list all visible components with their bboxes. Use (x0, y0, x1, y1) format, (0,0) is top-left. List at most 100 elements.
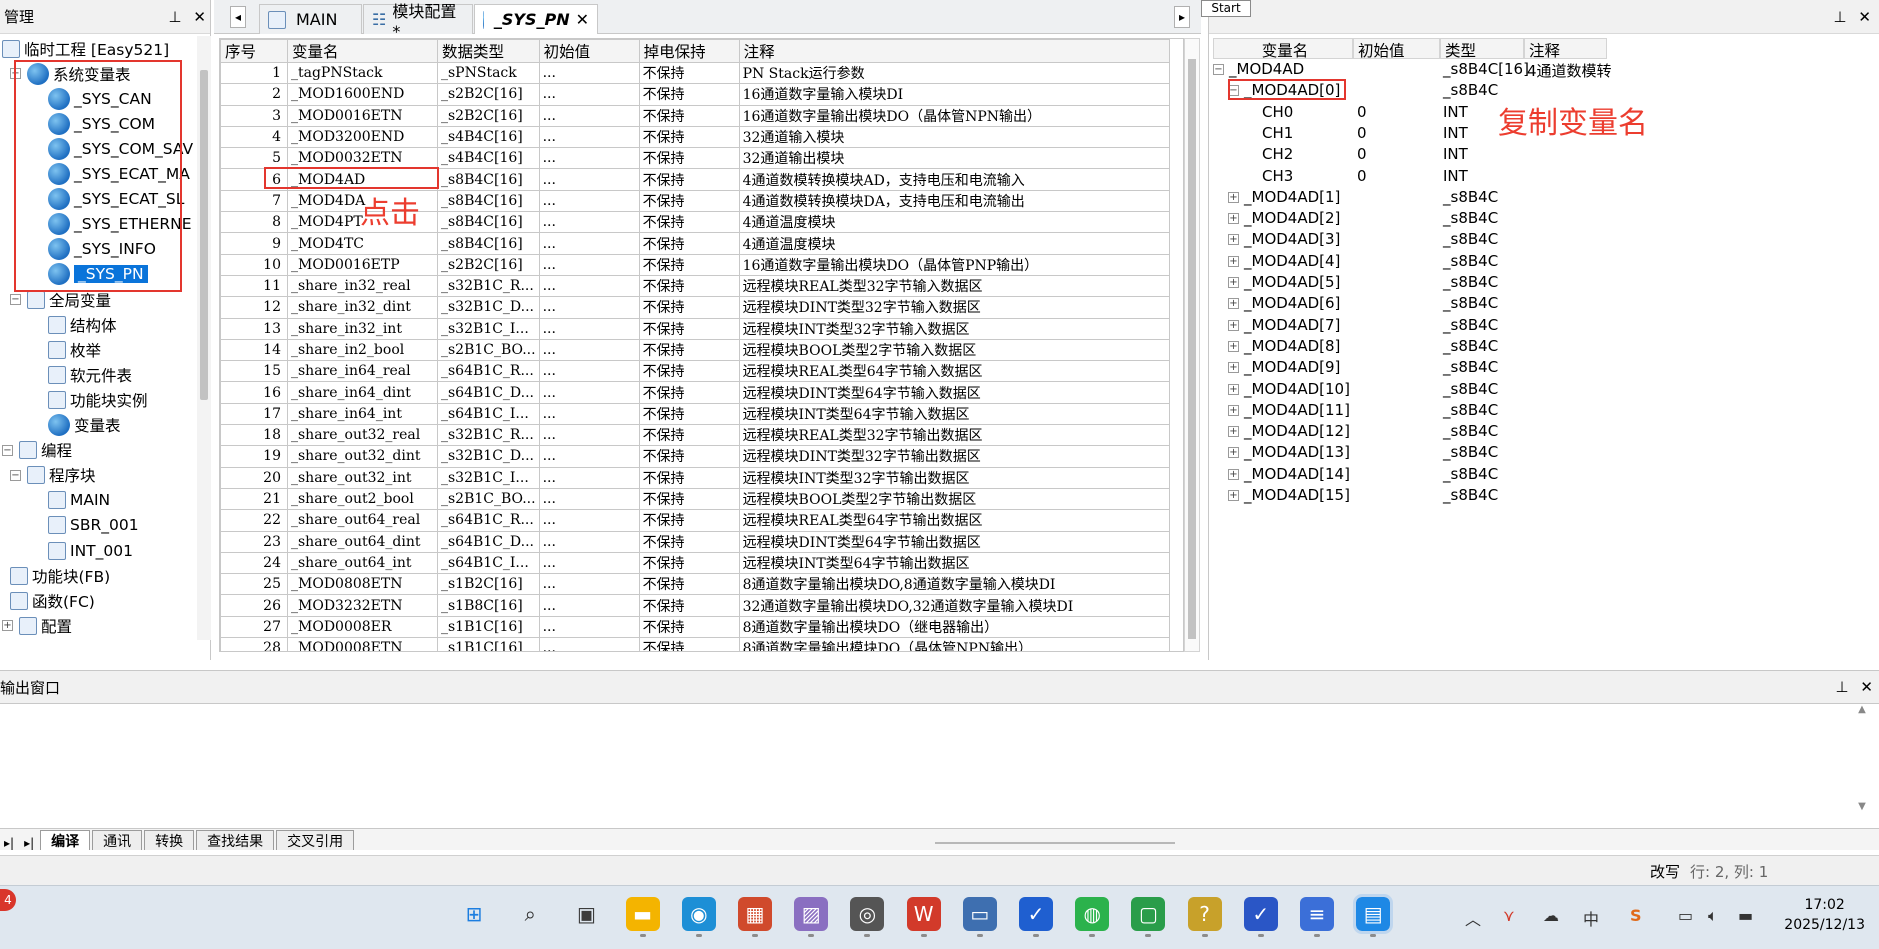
cell-init-value[interactable]: ... (538, 125, 640, 149)
close-icon[interactable]: ✕ (1860, 678, 1873, 696)
table-row[interactable]: 11 _share_in32_real _s32B1C_R...... 不保持 远程模块… (220, 274, 1170, 298)
cell-index[interactable]: 17 (220, 402, 288, 426)
cell-var-name[interactable]: _share_out32_dint (287, 445, 438, 468)
cell-data-type[interactable]: _s2B1C_BO... (437, 338, 540, 362)
cell-comment[interactable]: 8通道数字量输出模块DO（晶体管NPN输出） (738, 637, 1170, 651)
cell-data-type[interactable]: _s1B1C[16] (437, 615, 540, 639)
cell-init-value[interactable]: ... (538, 189, 640, 213)
cell-comment[interactable]: 远程模块DINT类型64字节输入数据区 (738, 381, 1170, 404)
cell-data-type[interactable]: _sPNStack (437, 61, 540, 85)
cell-data-type[interactable]: _s2B2C[16] (437, 104, 540, 127)
table-row[interactable]: 23 _share_out64_dint _s64B1C_D...... 不保持 远程模… (220, 530, 1170, 553)
cell-init-value[interactable]: ... (538, 61, 640, 85)
col-header-index[interactable]: 序号 (220, 39, 288, 63)
cell-comment[interactable]: 远程模块DINT类型64字节输出数据区 (738, 530, 1170, 553)
cell-comment[interactable]: 远程模块BOOL类型2字节输入数据区 (738, 338, 1170, 362)
table-row[interactable]: 22 _share_out64_real _s64B1C_R...... 不保持 远程模… (220, 509, 1170, 532)
cell-retain[interactable]: 不保持 (638, 253, 740, 276)
table-row[interactable]: 15 _share_in64_real _s64B1C_R...... 不保持 远程模块… (220, 360, 1170, 383)
cell-data-type[interactable]: _s2B2C[16] (437, 253, 540, 276)
tray-ime-icon[interactable]: 中 (1583, 906, 1599, 930)
taskbar-clock[interactable]: 17:02 2025/12/13 (1784, 895, 1865, 935)
cell-retain[interactable]: 不保持 (638, 551, 740, 575)
cell-var-name[interactable]: _share_out64_real (287, 509, 438, 532)
cell-retain[interactable]: 不保持 (638, 360, 740, 383)
table-row[interactable]: 16 _share_in64_dint _s64B1C_D...... 不保持 远程模块… (220, 381, 1170, 404)
cell-index[interactable]: 26 (220, 594, 288, 617)
cell-index[interactable]: 25 (220, 573, 288, 596)
cell-comment[interactable]: 远程模块REAL类型32字节输入数据区 (738, 274, 1170, 298)
cell-index[interactable]: 19 (220, 445, 288, 468)
expand-icon[interactable]: + (1228, 340, 1239, 352)
cell-init-value[interactable]: ... (538, 296, 640, 319)
cell-comment[interactable]: PN Stack运行参数 (738, 61, 1170, 85)
tree-fb[interactable]: 功能块(FB) (10, 563, 110, 588)
cell-index[interactable]: 10 (220, 253, 288, 276)
cell-var-name[interactable]: _share_in2_bool (287, 338, 438, 362)
tree-sbr-001[interactable]: SBR_001 (48, 513, 139, 538)
expand-icon[interactable]: + (1228, 234, 1239, 246)
tray-wps-icon[interactable]: ⋎ (1503, 906, 1515, 925)
pin-icon[interactable]: ⊥ (1835, 678, 1848, 696)
cell-retain[interactable]: 不保持 (638, 487, 740, 511)
expand-icon[interactable]: + (1228, 447, 1239, 459)
cell-retain[interactable]: 不保持 (638, 232, 740, 255)
plc-app-icon[interactable]: ✓ (1019, 897, 1053, 931)
cell-init-value[interactable]: ... (538, 104, 640, 127)
cell-var-name[interactable]: _share_in64_int (287, 402, 438, 426)
cell-comment[interactable]: 远程模块DINT类型32字节输入数据区 (738, 296, 1170, 319)
table-row[interactable]: 27 _MOD0008ER _s1B1C[16]... 不保持 8通道数字量输出模块DO… (220, 615, 1170, 639)
cell-var-name[interactable]: _share_out64_dint (287, 530, 438, 553)
store-icon[interactable]: ▦ (738, 897, 772, 931)
col-header-comment[interactable]: 注释 (738, 39, 1170, 63)
cell-index[interactable]: 23 (220, 530, 288, 553)
cell-init-value[interactable]: ... (538, 147, 640, 170)
cell-var-name[interactable]: _share_in64_dint (287, 381, 438, 404)
cell-init-value[interactable]: ... (538, 615, 640, 639)
cell-var-name[interactable]: _MOD3200END (287, 125, 438, 149)
cell-retain[interactable]: 不保持 (638, 296, 740, 319)
cell-retain[interactable]: 不保持 (638, 125, 740, 149)
wps-icon[interactable]: W (906, 897, 941, 931)
tab-main[interactable]: MAIN (259, 4, 362, 34)
cell-init-value[interactable]: ... (538, 211, 640, 234)
windows-start-icon[interactable]: ⊞ (457, 897, 491, 931)
chat-icon[interactable]: ▢ (1131, 897, 1166, 931)
cell-var-name[interactable]: _share_out32_int (287, 466, 438, 489)
cell-var-name[interactable]: _share_out64_int (287, 551, 438, 575)
cell-init-value[interactable]: ... (538, 232, 640, 255)
cell-index[interactable]: 24 (220, 551, 288, 575)
tree-program-blocks[interactable]: − 程序块 (10, 463, 96, 488)
cell-init-value[interactable]: ... (538, 530, 640, 553)
cell-comment[interactable]: 远程模块DINT类型32字节输出数据区 (738, 445, 1170, 468)
cell-init-value[interactable]: ... (538, 466, 640, 489)
cell-index[interactable]: 8 (220, 211, 288, 234)
cell-retain[interactable]: 不保持 (638, 402, 740, 426)
tree-fc[interactable]: 函数(FC) (10, 588, 95, 613)
cell-var-name[interactable]: _tagPNStack (287, 61, 438, 85)
tree-enum[interactable]: 枚举 (48, 337, 101, 362)
tab-sys-pn[interactable]: _SYS_PN ✕ (474, 4, 598, 34)
tree-main[interactable]: MAIN (48, 488, 110, 513)
cell-index[interactable]: 27 (220, 615, 288, 639)
cell-index[interactable]: 15 (220, 360, 288, 383)
cell-index[interactable]: 22 (220, 509, 288, 532)
cell-retain[interactable]: 不保持 (638, 530, 740, 553)
table-scrollbar[interactable] (1184, 38, 1200, 652)
cell-init-value[interactable]: ... (538, 274, 640, 298)
tree-scrollbar-thumb[interactable] (200, 70, 208, 400)
cell-comment[interactable]: 4通道数模转换模块DA，支持电压和电流输出 (738, 189, 1170, 213)
table-row[interactable]: 1 _tagPNStack _sPNStack... 不保持 PN Stack运行参数 (220, 61, 1170, 85)
cell-retain[interactable]: 不保持 (638, 637, 740, 651)
cell-data-type[interactable]: _s1B2C[16] (437, 573, 540, 596)
collapse-icon[interactable]: − (1213, 64, 1224, 75)
cell-index[interactable]: 14 (220, 338, 288, 362)
cell-data-type[interactable]: _s1B8C[16] (437, 594, 540, 617)
cell-var-name[interactable]: _MOD3232ETN (287, 594, 438, 617)
output-tab-convert[interactable]: 转换 (144, 830, 195, 850)
cell-init-value[interactable]: ... (538, 509, 640, 532)
expand-icon[interactable]: + (1228, 468, 1239, 480)
cell-comment[interactable]: 32通道数字量输出模块DO,32通道数字量输入模块DI (738, 594, 1170, 617)
expand-icon[interactable]: + (1228, 404, 1239, 416)
output-tab-comm[interactable]: 通讯 (92, 830, 143, 850)
